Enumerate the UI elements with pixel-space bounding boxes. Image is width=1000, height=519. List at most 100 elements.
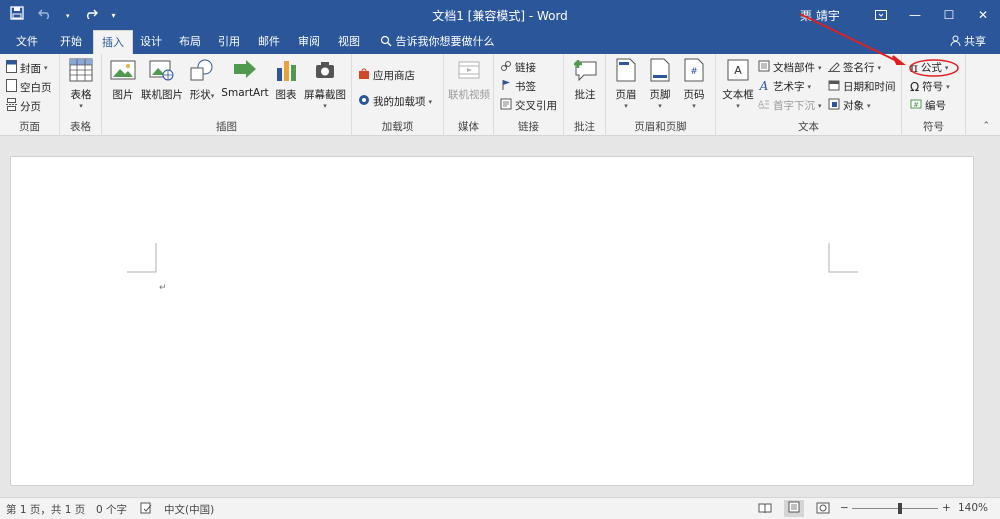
pi-icon: π xyxy=(910,60,918,75)
title-bar: ▾ ▾ 文档1 [兼容模式] - Word 栗 靖宇 — ☐ ✕ xyxy=(0,0,1000,30)
comment-label: 批注 xyxy=(574,89,596,101)
tab-references[interactable]: 引用 xyxy=(210,30,248,54)
online-video-icon xyxy=(446,58,492,85)
page-break-label: 分页 xyxy=(20,100,41,113)
proofing-icon[interactable] xyxy=(140,502,152,517)
user-name[interactable]: 栗 靖宇 xyxy=(800,7,840,24)
quick-parts-button[interactable]: 文档部件 ▾ xyxy=(758,60,822,75)
collapse-ribbon-icon[interactable]: ⌃ xyxy=(982,121,990,131)
svg-text:#: # xyxy=(690,67,698,77)
textbox-button[interactable]: A 文本框 ▾ xyxy=(720,58,756,110)
close-icon[interactable]: ✕ xyxy=(966,0,1000,30)
group-label-comments: 批注 xyxy=(574,121,595,133)
share-button[interactable]: 共享 xyxy=(950,30,986,54)
tab-insert[interactable]: 插入 xyxy=(93,30,133,54)
my-addins-button[interactable]: 我的加载项 ▾ xyxy=(358,94,432,109)
maximize-icon[interactable]: ☐ xyxy=(932,0,966,30)
chart-icon xyxy=(272,58,300,85)
my-addins-icon xyxy=(358,94,370,109)
date-time-button[interactable]: 日期和时间 xyxy=(828,79,896,94)
tab-design[interactable]: 设计 xyxy=(132,30,170,54)
zoom-in-button[interactable]: + xyxy=(942,502,951,514)
page-count[interactable]: 第 1 页，共 1 页 xyxy=(6,502,85,517)
window-title: 文档1 [兼容模式] - Word xyxy=(432,9,568,23)
screenshot-label: 屏幕截图 xyxy=(304,89,346,101)
online-picture-label: 联机图片 xyxy=(141,89,183,101)
print-layout-icon[interactable] xyxy=(784,500,804,517)
equation-label: 公式 xyxy=(920,62,942,74)
smartart-button[interactable]: SmartArt xyxy=(220,58,270,99)
signature-line-button[interactable]: 签名行 ▾ xyxy=(828,60,881,75)
page-break-icon xyxy=(6,98,17,114)
shapes-label: 形状 xyxy=(189,89,211,101)
zoom-out-button[interactable]: − xyxy=(840,502,849,514)
shapes-button[interactable]: 形状▾ xyxy=(188,58,216,102)
footer-button[interactable]: 页脚 ▾ xyxy=(646,58,674,110)
zoom-level[interactable]: 140% xyxy=(958,502,988,514)
smartart-icon xyxy=(220,58,270,85)
signature-icon xyxy=(828,60,840,75)
wordart-button[interactable]: A 艺术字 ▾ xyxy=(758,79,811,94)
store-label: 应用商店 xyxy=(373,70,415,82)
page-break-button[interactable]: 分页 xyxy=(6,98,41,114)
dropcap-button[interactable]: A 首字下沉 ▾ xyxy=(758,98,822,113)
table-button[interactable]: 表格 ▾ xyxy=(66,58,96,110)
object-button[interactable]: 对象 ▾ xyxy=(828,98,871,113)
chart-button[interactable]: 图表 xyxy=(272,58,300,102)
online-picture-button[interactable]: 联机图片 xyxy=(140,58,184,102)
blank-page-button[interactable]: 空白页 xyxy=(6,79,52,95)
ribbon-tabs: 文件 开始 插入 设计 布局 引用 邮件 审阅 视图 告诉我你想要做什么 共享 xyxy=(0,30,1000,54)
link-button[interactable]: 链接 xyxy=(500,60,536,75)
symbol-button[interactable]: Ω 符号 ▾ xyxy=(910,79,950,94)
online-video-button[interactable]: 联机视频 xyxy=(446,58,492,102)
tab-review[interactable]: 审阅 xyxy=(290,30,328,54)
group-label-media: 媒体 xyxy=(458,121,479,133)
object-label: 对象 xyxy=(843,100,864,112)
page-number-button[interactable]: # 页码 ▾ xyxy=(680,58,708,110)
group-illustrations: 图片 联机图片 形状▾ SmartArt 图表 屏幕截图 ▾ 插图 xyxy=(102,54,352,136)
web-layout-icon[interactable] xyxy=(816,502,830,517)
footer-icon xyxy=(646,58,674,85)
header-icon xyxy=(612,58,640,85)
cover-page-button[interactable]: 封面 ▾ xyxy=(6,60,48,76)
quick-parts-icon xyxy=(758,60,770,75)
cover-page-label: 封面 xyxy=(20,62,41,75)
tab-layout[interactable]: 布局 xyxy=(171,30,209,54)
tell-me-box[interactable]: 告诉我你想要做什么 xyxy=(380,30,495,54)
signature-line-label: 签名行 xyxy=(843,62,875,74)
minimize-icon[interactable]: — xyxy=(898,0,932,30)
word-count[interactable]: 0 个字 xyxy=(96,502,127,517)
read-mode-icon[interactable] xyxy=(758,502,772,517)
picture-button[interactable]: 图片 xyxy=(108,58,138,102)
status-bar: 第 1 页，共 1 页 0 个字 中文(中国) − + 140% xyxy=(0,497,1000,519)
document-page[interactable]: ↵ xyxy=(10,156,974,486)
tell-me-text: 告诉我你想要做什么 xyxy=(395,35,495,48)
screenshot-button[interactable]: 屏幕截图 ▾ xyxy=(302,58,348,110)
tab-view[interactable]: 视图 xyxy=(330,30,368,54)
comment-button[interactable]: 批注 xyxy=(568,58,602,102)
table-icon xyxy=(66,58,96,85)
link-icon xyxy=(500,60,512,75)
margin-marks xyxy=(127,243,858,273)
svg-text:#: # xyxy=(913,101,919,109)
table-label: 表格 xyxy=(70,89,92,101)
zoom-slider-track[interactable] xyxy=(852,508,938,509)
cross-reference-label: 交叉引用 xyxy=(515,100,557,112)
number-button[interactable]: # 编号 xyxy=(910,98,946,113)
store-button[interactable]: 应用商店 xyxy=(358,68,415,83)
tab-mailings[interactable]: 邮件 xyxy=(250,30,288,54)
zoom-slider-thumb[interactable] xyxy=(898,503,902,514)
group-header-footer: 页眉 ▾ 页脚 ▾ # 页码 ▾ 页眉和页脚 xyxy=(606,54,716,136)
equation-button[interactable]: π 公式 ▾ xyxy=(910,60,948,75)
svg-text:A: A xyxy=(759,79,769,91)
tab-file[interactable]: 文件 xyxy=(8,30,46,54)
number-label: 编号 xyxy=(925,100,946,112)
bookmark-button[interactable]: 书签 xyxy=(500,79,536,94)
vertical-scrollbar[interactable] xyxy=(986,136,1000,497)
blank-page-label: 空白页 xyxy=(20,81,52,94)
ribbon-display-options-icon[interactable] xyxy=(864,0,898,30)
cross-reference-button[interactable]: 交叉引用 xyxy=(500,98,557,113)
tab-home[interactable]: 开始 xyxy=(52,30,90,54)
header-button[interactable]: 页眉 ▾ xyxy=(612,58,640,110)
language-indicator[interactable]: 中文(中国) xyxy=(164,502,214,517)
